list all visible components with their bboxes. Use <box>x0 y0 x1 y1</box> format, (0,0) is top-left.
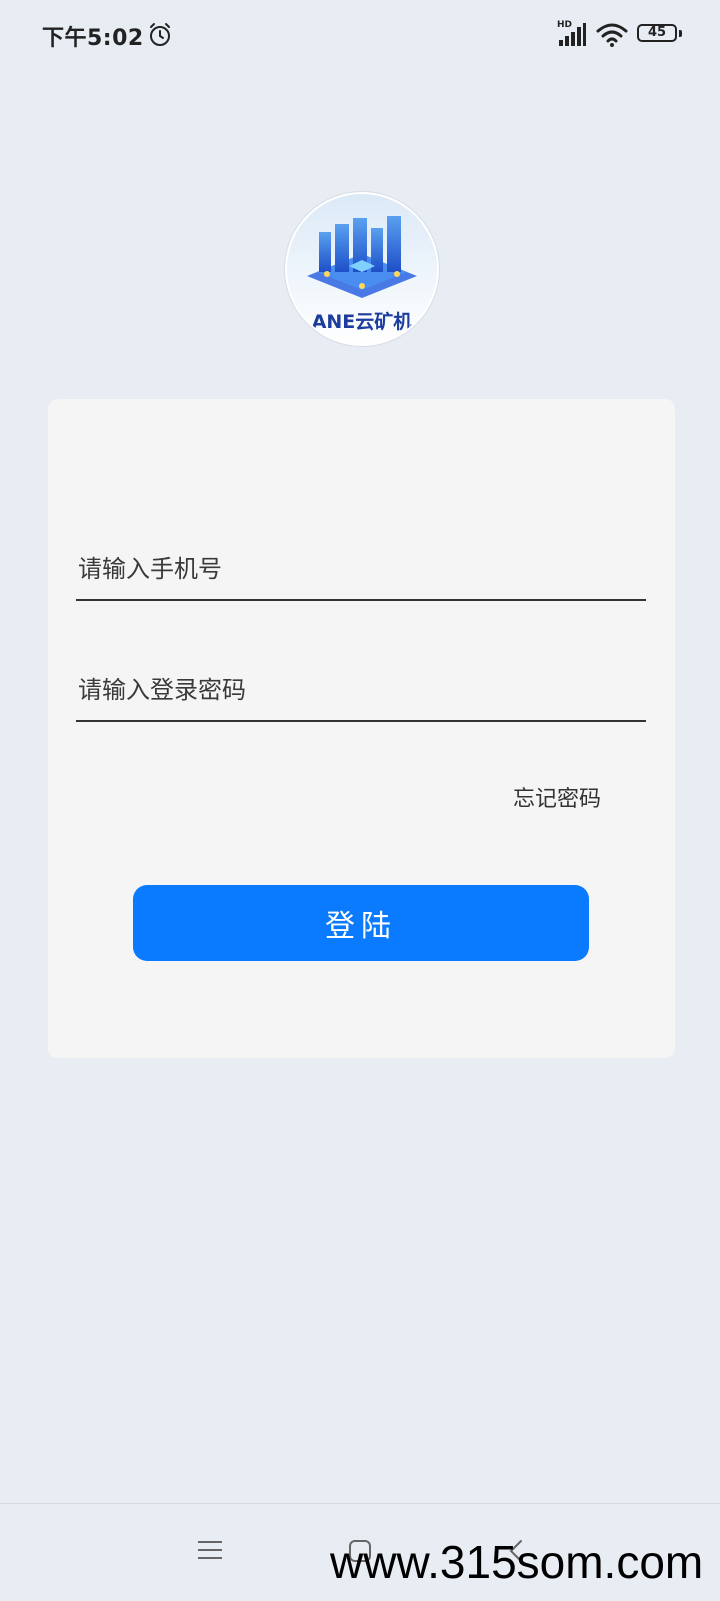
app-logo: ANE云矿机 <box>285 192 439 346</box>
password-field <box>76 662 646 722</box>
alarm-icon <box>150 23 170 46</box>
logo-text: ANE云矿机 <box>311 311 413 333</box>
battery-level: 45 <box>647 25 667 40</box>
status-bar: 下午5:02 HD 45 <box>0 0 720 70</box>
signal-icon <box>559 23 586 46</box>
phone-field <box>76 541 646 601</box>
phone-input[interactable] <box>78 549 638 589</box>
battery-icon: 45 <box>637 24 683 46</box>
watermark-text: www.315som.com <box>330 1536 704 1588</box>
login-card: 忘记密码 登陆 <box>48 399 675 1058</box>
password-input[interactable] <box>78 670 638 710</box>
login-button[interactable]: 登陆 <box>133 885 589 961</box>
wifi-icon <box>596 23 628 47</box>
forgot-password-link[interactable]: 忘记密码 <box>513 781 601 813</box>
menu-icon[interactable] <box>198 1539 224 1563</box>
status-time: 下午5:02 <box>42 26 144 51</box>
